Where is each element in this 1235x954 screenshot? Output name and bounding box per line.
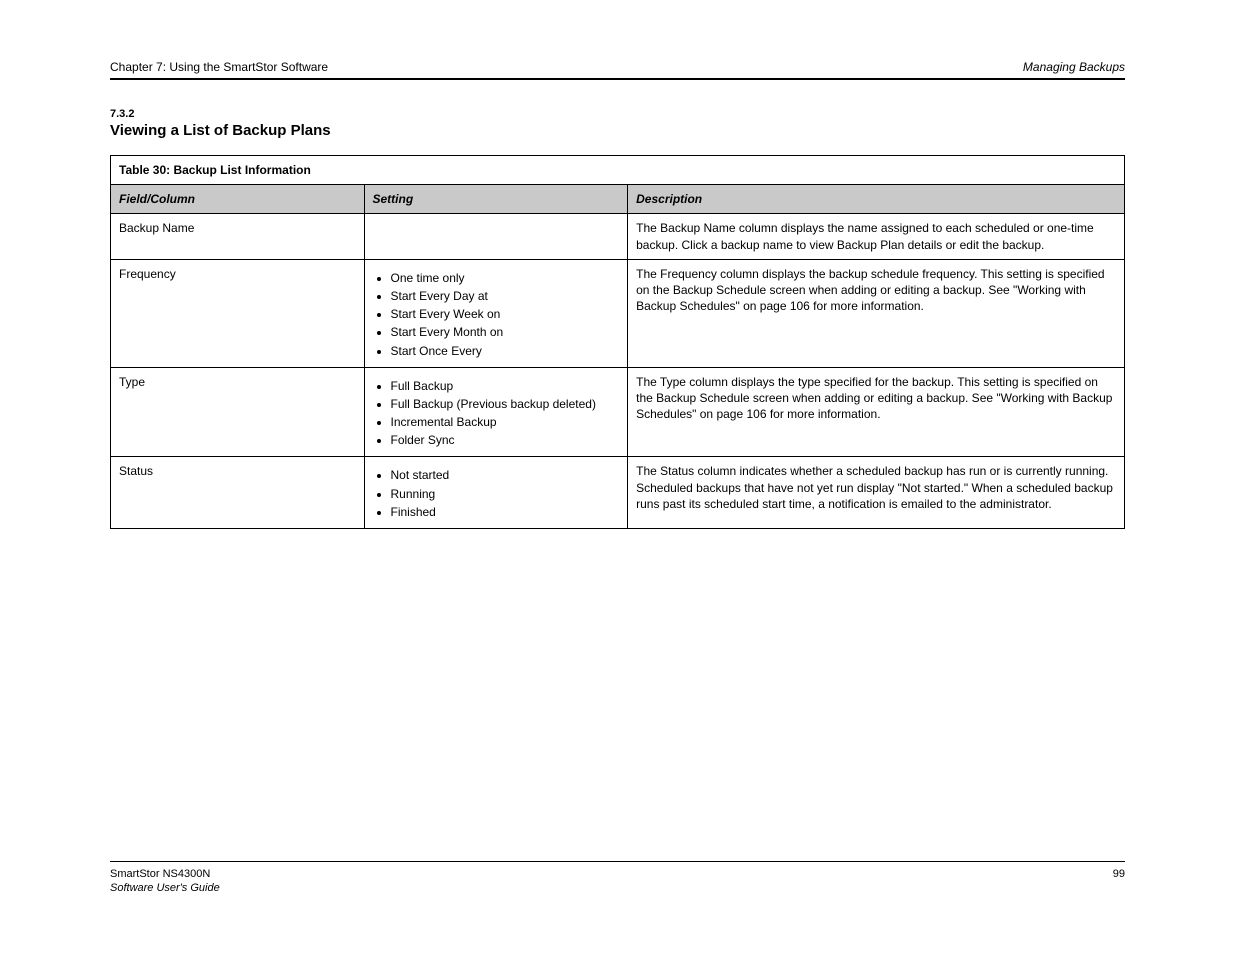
list-item: Full Backup — [391, 378, 620, 394]
list-item: Not started — [391, 467, 620, 483]
column-header-description: Description — [628, 185, 1125, 214]
footer-page-number: 99 — [1113, 868, 1125, 880]
cell-description: The Status column indicates whether a sc… — [628, 457, 1125, 529]
backup-list-info-table: Table 30: Backup List Information Field/… — [110, 155, 1125, 529]
list-item: Incremental Backup — [391, 414, 620, 430]
cell-setting — [364, 214, 628, 259]
section-title: Viewing a List of Backup Plans — [110, 122, 1125, 139]
cell-field: Status — [111, 457, 365, 529]
cell-description: The Type column displays the type specif… — [628, 367, 1125, 457]
list-item: Full Backup (Previous backup deleted) — [391, 396, 620, 412]
cell-field: Type — [111, 367, 365, 457]
section-number: 7.3.2 — [110, 108, 1125, 120]
footer-product: SmartStor NS4300N — [110, 868, 210, 880]
cell-field: Frequency — [111, 259, 365, 367]
cell-description: The Frequency column displays the backup… — [628, 259, 1125, 367]
table-row: Type Full Backup Full Backup (Previous b… — [111, 367, 1125, 457]
page-header: Chapter 7: Using the SmartStor Software … — [110, 60, 1125, 80]
list-item: Start Once Every — [391, 343, 620, 359]
cell-setting: One time only Start Every Day at Start E… — [364, 259, 628, 367]
page-footer: SmartStor NS4300N 99 Software User's Gui… — [110, 861, 1125, 894]
table-row: Frequency One time only Start Every Day … — [111, 259, 1125, 367]
cell-description: The Backup Name column displays the name… — [628, 214, 1125, 259]
list-item: Finished — [391, 504, 620, 520]
list-item: Start Every Day at — [391, 288, 620, 304]
footer-doc-title: Software User's Guide — [110, 882, 1125, 894]
table-row: Status Not started Running Finished The … — [111, 457, 1125, 529]
list-item: Start Every Week on — [391, 306, 620, 322]
list-item: One time only — [391, 270, 620, 286]
column-header-setting: Setting — [364, 185, 628, 214]
cell-field: Backup Name — [111, 214, 365, 259]
cell-setting: Full Backup Full Backup (Previous backup… — [364, 367, 628, 457]
list-item: Start Every Month on — [391, 324, 620, 340]
table-title: Table 30: Backup List Information — [111, 156, 1125, 185]
column-header-field: Field/Column — [111, 185, 365, 214]
list-item: Folder Sync — [391, 432, 620, 448]
chapter-line: Chapter 7: Using the SmartStor Software — [110, 60, 328, 74]
section-heading: 7.3.2 Viewing a List of Backup Plans — [110, 108, 1125, 139]
list-item: Running — [391, 486, 620, 502]
breadcrumb: Managing Backups — [1023, 60, 1125, 74]
table-row: Backup Name The Backup Name column displ… — [111, 214, 1125, 259]
cell-setting: Not started Running Finished — [364, 457, 628, 529]
